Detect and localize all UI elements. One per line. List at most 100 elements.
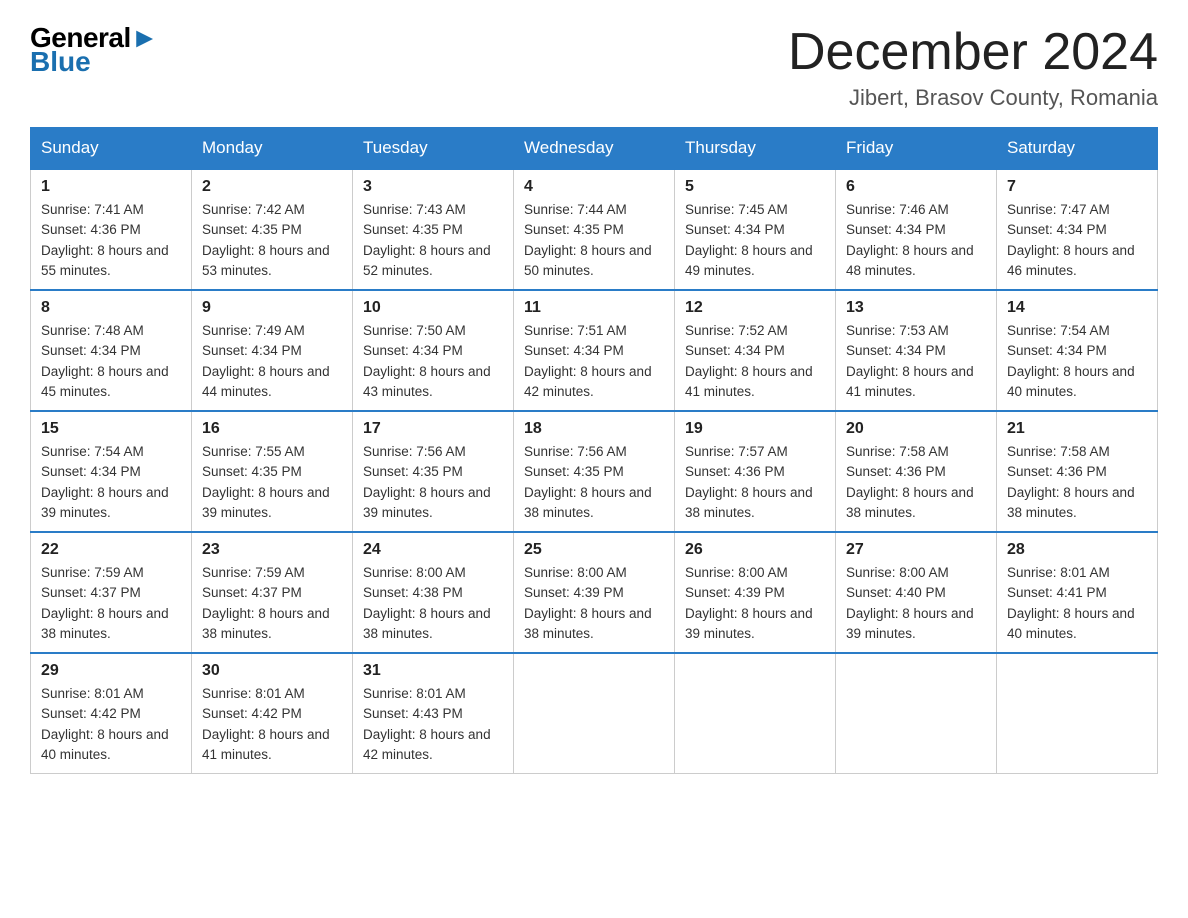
calendar-cell: 12Sunrise: 7:52 AMSunset: 4:34 PMDayligh… [675, 290, 836, 411]
day-info: Sunrise: 7:52 AMSunset: 4:34 PMDaylight:… [685, 321, 825, 402]
day-number: 4 [524, 178, 664, 196]
day-number: 25 [524, 541, 664, 559]
week-row-4: 22 Sunrise: 7:59 AMSunset: 4:37 PMDayligh… [31, 532, 1158, 653]
calendar-cell: 31 Sunrise: 8:01 AMSunset: 4:43 PMDayligh… [353, 653, 514, 774]
calendar-cell: 21 Sunrise: 7:58 AMSunset: 4:36 PMDayligh… [997, 411, 1158, 532]
calendar-cell: 2 Sunrise: 7:42 AMSunset: 4:35 PMDaylight… [192, 169, 353, 290]
day-number: 9 [202, 299, 342, 317]
calendar-cell: 9 Sunrise: 7:49 AMSunset: 4:34 PMDaylight… [192, 290, 353, 411]
day-number: 26 [685, 541, 825, 559]
day-info: Sunrise: 8:00 AMSunset: 4:38 PMDaylight:… [363, 563, 503, 644]
location-title: Jibert, Brasov County, Romania [788, 85, 1158, 111]
day-header-wednesday: Wednesday [514, 128, 675, 170]
day-info: Sunrise: 7:59 AMSunset: 4:37 PMDaylight:… [41, 563, 181, 644]
day-number: 21 [1007, 420, 1147, 438]
day-info: Sunrise: 7:43 AMSunset: 4:35 PMDaylight:… [363, 200, 503, 281]
day-header-thursday: Thursday [675, 128, 836, 170]
day-info: Sunrise: 7:44 AMSunset: 4:35 PMDaylight:… [524, 200, 664, 281]
calendar-cell: 25 Sunrise: 8:00 AMSunset: 4:39 PMDayligh… [514, 532, 675, 653]
week-row-3: 15Sunrise: 7:54 AMSunset: 4:34 PMDayligh… [31, 411, 1158, 532]
day-info: Sunrise: 8:00 AMSunset: 4:40 PMDaylight:… [846, 563, 986, 644]
day-number: 22 [41, 541, 181, 559]
day-number: 31 [363, 662, 503, 680]
day-number: 10 [363, 299, 503, 317]
calendar-cell: 7 Sunrise: 7:47 AMSunset: 4:34 PMDaylight… [997, 169, 1158, 290]
calendar-cell: 6Sunrise: 7:46 AMSunset: 4:34 PMDaylight… [836, 169, 997, 290]
day-number: 16 [202, 420, 342, 438]
day-info: Sunrise: 8:01 AMSunset: 4:43 PMDaylight:… [363, 684, 503, 765]
calendar-cell: 29 Sunrise: 8:01 AMSunset: 4:42 PMDayligh… [31, 653, 192, 774]
day-number: 24 [363, 541, 503, 559]
day-number: 1 [41, 178, 181, 196]
day-number: 6 [846, 178, 986, 196]
day-header-sunday: Sunday [31, 128, 192, 170]
calendar-cell: 1 Sunrise: 7:41 AMSunset: 4:36 PMDaylight… [31, 169, 192, 290]
day-number: 13 [846, 299, 986, 317]
day-number: 5 [685, 178, 825, 196]
day-info: Sunrise: 7:59 AMSunset: 4:37 PMDaylight:… [202, 563, 342, 644]
day-number: 19 [685, 420, 825, 438]
day-info: Sunrise: 8:00 AMSunset: 4:39 PMDaylight:… [524, 563, 664, 644]
day-number: 14 [1007, 299, 1147, 317]
day-header-friday: Friday [836, 128, 997, 170]
day-info: Sunrise: 7:49 AMSunset: 4:34 PMDaylight:… [202, 321, 342, 402]
calendar-cell: 15Sunrise: 7:54 AMSunset: 4:34 PMDayligh… [31, 411, 192, 532]
calendar-cell: 11 Sunrise: 7:51 AMSunset: 4:34 PMDayligh… [514, 290, 675, 411]
day-number: 11 [524, 299, 664, 317]
logo-blue-text: Blue [30, 48, 158, 76]
day-number: 20 [846, 420, 986, 438]
calendar-cell: 27 Sunrise: 8:00 AMSunset: 4:40 PMDayligh… [836, 532, 997, 653]
logo: General► Blue [30, 24, 158, 76]
day-header-saturday: Saturday [997, 128, 1158, 170]
day-number: 27 [846, 541, 986, 559]
day-info: Sunrise: 7:54 AMSunset: 4:34 PMDaylight:… [1007, 321, 1147, 402]
day-header-monday: Monday [192, 128, 353, 170]
calendar-cell: 17 Sunrise: 7:56 AMSunset: 4:35 PMDayligh… [353, 411, 514, 532]
calendar-cell: 23 Sunrise: 7:59 AMSunset: 4:37 PMDayligh… [192, 532, 353, 653]
day-info: Sunrise: 8:01 AMSunset: 4:41 PMDaylight:… [1007, 563, 1147, 644]
day-info: Sunrise: 7:41 AMSunset: 4:36 PMDaylight:… [41, 200, 181, 281]
month-title: December 2024 [788, 24, 1158, 81]
calendar-cell: 22 Sunrise: 7:59 AMSunset: 4:37 PMDayligh… [31, 532, 192, 653]
calendar-cell: 13Sunrise: 7:53 AMSunset: 4:34 PMDayligh… [836, 290, 997, 411]
day-info: Sunrise: 7:50 AMSunset: 4:34 PMDaylight:… [363, 321, 503, 402]
calendar-cell: 26 Sunrise: 8:00 AMSunset: 4:39 PMDayligh… [675, 532, 836, 653]
day-number: 8 [41, 299, 181, 317]
calendar-cell: 4 Sunrise: 7:44 AMSunset: 4:35 PMDaylight… [514, 169, 675, 290]
day-info: Sunrise: 7:45 AMSunset: 4:34 PMDaylight:… [685, 200, 825, 281]
day-info: Sunrise: 7:58 AMSunset: 4:36 PMDaylight:… [1007, 442, 1147, 523]
calendar-table: SundayMondayTuesdayWednesdayThursdayFrid… [30, 127, 1158, 774]
week-row-2: 8 Sunrise: 7:48 AMSunset: 4:34 PMDaylight… [31, 290, 1158, 411]
day-info: Sunrise: 8:01 AMSunset: 4:42 PMDaylight:… [41, 684, 181, 765]
day-info: Sunrise: 7:42 AMSunset: 4:35 PMDaylight:… [202, 200, 342, 281]
calendar-cell: 10 Sunrise: 7:50 AMSunset: 4:34 PMDayligh… [353, 290, 514, 411]
day-info: Sunrise: 8:01 AMSunset: 4:42 PMDaylight:… [202, 684, 342, 765]
calendar-cell: 14 Sunrise: 7:54 AMSunset: 4:34 PMDayligh… [997, 290, 1158, 411]
days-header-row: SundayMondayTuesdayWednesdayThursdayFrid… [31, 128, 1158, 170]
calendar-cell [514, 653, 675, 774]
week-row-1: 1 Sunrise: 7:41 AMSunset: 4:36 PMDaylight… [31, 169, 1158, 290]
day-info: Sunrise: 7:48 AMSunset: 4:34 PMDaylight:… [41, 321, 181, 402]
day-info: Sunrise: 7:51 AMSunset: 4:34 PMDaylight:… [524, 321, 664, 402]
title-section: December 2024 Jibert, Brasov County, Rom… [788, 24, 1158, 111]
day-number: 7 [1007, 178, 1147, 196]
day-number: 23 [202, 541, 342, 559]
day-number: 17 [363, 420, 503, 438]
day-number: 29 [41, 662, 181, 680]
day-info: Sunrise: 8:00 AMSunset: 4:39 PMDaylight:… [685, 563, 825, 644]
day-number: 2 [202, 178, 342, 196]
calendar-cell: 28Sunrise: 8:01 AMSunset: 4:41 PMDayligh… [997, 532, 1158, 653]
day-info: Sunrise: 7:47 AMSunset: 4:34 PMDaylight:… [1007, 200, 1147, 281]
calendar-cell [675, 653, 836, 774]
day-info: Sunrise: 7:54 AMSunset: 4:34 PMDaylight:… [41, 442, 181, 523]
calendar-cell: 19Sunrise: 7:57 AMSunset: 4:36 PMDayligh… [675, 411, 836, 532]
calendar-cell: 24 Sunrise: 8:00 AMSunset: 4:38 PMDayligh… [353, 532, 514, 653]
day-info: Sunrise: 7:56 AMSunset: 4:35 PMDaylight:… [363, 442, 503, 523]
calendar-cell: 3Sunrise: 7:43 AMSunset: 4:35 PMDaylight… [353, 169, 514, 290]
week-row-5: 29 Sunrise: 8:01 AMSunset: 4:42 PMDayligh… [31, 653, 1158, 774]
calendar-cell: 18Sunrise: 7:56 AMSunset: 4:35 PMDayligh… [514, 411, 675, 532]
day-header-tuesday: Tuesday [353, 128, 514, 170]
day-info: Sunrise: 7:56 AMSunset: 4:35 PMDaylight:… [524, 442, 664, 523]
calendar-cell: 8 Sunrise: 7:48 AMSunset: 4:34 PMDaylight… [31, 290, 192, 411]
calendar-cell: 30Sunrise: 8:01 AMSunset: 4:42 PMDayligh… [192, 653, 353, 774]
